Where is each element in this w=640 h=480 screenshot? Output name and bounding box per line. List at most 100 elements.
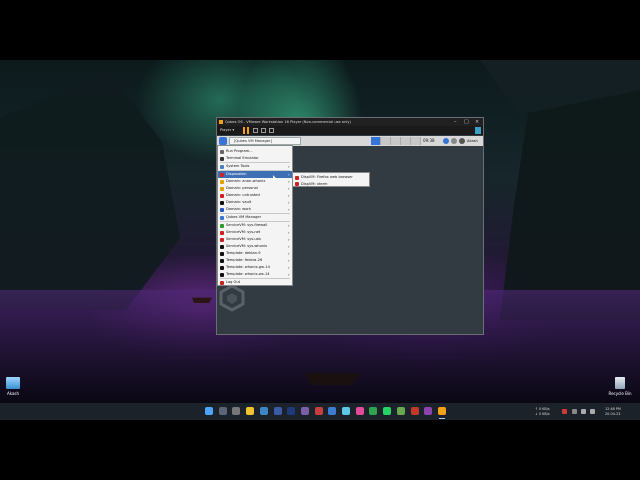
player-menu-button[interactable]: Player ▾ bbox=[220, 126, 234, 135]
menu-item-label: Log Out bbox=[226, 280, 241, 284]
menu-item[interactable]: Template: fedora-26 › bbox=[218, 257, 292, 264]
domain-icon bbox=[220, 207, 224, 212]
menu-item-label: Domain: untrusted bbox=[226, 193, 260, 197]
qubes-manager-icon bbox=[220, 215, 224, 220]
menu-item[interactable]: Disposable: › bbox=[218, 171, 292, 178]
taskbar-app-icon[interactable] bbox=[259, 407, 268, 415]
workspace-1[interactable] bbox=[371, 137, 381, 145]
taskbar-time[interactable]: 12:48 PM bbox=[605, 407, 621, 411]
network-download-speed: ↓ 0 KB/s bbox=[535, 412, 550, 416]
taskbar-app-icon[interactable] bbox=[300, 407, 309, 415]
xterm-icon bbox=[295, 182, 299, 186]
taskbar-app-icon[interactable] bbox=[342, 407, 350, 415]
system-tools-icon bbox=[220, 164, 224, 169]
taskbar-app-icon[interactable] bbox=[383, 407, 392, 415]
taskbar-app-icon[interactable] bbox=[205, 407, 213, 415]
chevron-right-icon: › bbox=[288, 265, 290, 270]
menu-item[interactable]: System Tools › bbox=[218, 163, 292, 170]
chevron-right-icon: › bbox=[288, 237, 290, 242]
desktop-icon-user[interactable]: Akash bbox=[0, 377, 33, 396]
removable-devices-icon[interactable] bbox=[261, 128, 266, 133]
menu-item[interactable]: Domain: work › bbox=[218, 206, 292, 213]
workspace-4[interactable] bbox=[401, 137, 411, 145]
taskbar-app-icon[interactable] bbox=[396, 407, 405, 415]
menu-item[interactable]: ServiceVM: sys-firewall › bbox=[218, 222, 292, 229]
menu-item[interactable]: Terminal Emulator bbox=[218, 155, 292, 162]
menu-item[interactable]: ServiceVM: sys-net › bbox=[218, 229, 292, 236]
taskbar-app-icon[interactable] bbox=[424, 407, 433, 415]
network-icon[interactable] bbox=[443, 138, 449, 144]
menu-item[interactable]: Template: debian-9 › bbox=[218, 250, 292, 257]
chevron-right-icon: › bbox=[288, 258, 290, 263]
menu-item[interactable]: ServiceVM: sys-whonix › bbox=[218, 243, 292, 250]
taskbar-app-icon[interactable] bbox=[314, 407, 323, 415]
volume-icon[interactable] bbox=[590, 409, 595, 414]
menu-item-label: Disposable: bbox=[226, 172, 247, 176]
active-app-indicator bbox=[438, 418, 445, 419]
logout-menu-item[interactable]: Log Out bbox=[218, 279, 292, 286]
taskbar-app-icon[interactable] bbox=[218, 407, 227, 415]
desktop-icon-label: Akash bbox=[6, 391, 20, 396]
minimize-icon[interactable]: – bbox=[454, 118, 457, 126]
taskbar-app-icon[interactable] bbox=[369, 407, 378, 415]
send-ctrl-alt-del-icon[interactable] bbox=[253, 128, 258, 133]
maximize-icon[interactable]: □ bbox=[464, 118, 469, 126]
panel-user[interactable]: Akash bbox=[467, 137, 478, 145]
recycle-bin-icon bbox=[615, 377, 625, 389]
panel-clock[interactable]: 09:38 bbox=[423, 137, 435, 145]
service-icon bbox=[220, 230, 224, 235]
tray-app-icon[interactable] bbox=[562, 409, 567, 414]
menu-item-label: ServiceVM: sys-whonix bbox=[226, 244, 268, 248]
menu-item[interactable]: Domain: personal › bbox=[218, 185, 292, 192]
chevron-right-icon: › bbox=[288, 207, 290, 212]
taskbar-app-icon[interactable] bbox=[437, 407, 446, 415]
taskbar-app-icon[interactable] bbox=[273, 407, 282, 415]
taskbar-app-icon[interactable] bbox=[232, 407, 241, 415]
disposable-submenu: DispVM: Firefox web browser DispVM: xterm bbox=[292, 172, 370, 187]
menu-item[interactable]: Qubes VM Manager bbox=[218, 214, 292, 221]
workspace-5[interactable] bbox=[411, 137, 421, 145]
workspace-3[interactable] bbox=[391, 137, 401, 145]
taskbar-app-icon[interactable] bbox=[355, 407, 364, 415]
menu-item[interactable]: Template: whonix-gw-14 › bbox=[218, 264, 292, 271]
desktop-icon-label: Recycle Bin bbox=[608, 391, 632, 396]
chevron-right-icon: › bbox=[288, 223, 290, 228]
wifi-icon[interactable] bbox=[581, 409, 586, 414]
domain-icon bbox=[220, 193, 224, 198]
menu-item-label: Qubes VM Manager bbox=[226, 215, 262, 219]
menu-item[interactable]: ServiceVM: sys-usb › bbox=[218, 236, 292, 243]
taskbar-app-icon[interactable] bbox=[410, 407, 419, 415]
domain-icon bbox=[220, 179, 224, 184]
taskbar-app-icon[interactable] bbox=[328, 407, 337, 415]
qubes-menu-icon[interactable] bbox=[219, 137, 227, 145]
close-icon[interactable]: × bbox=[475, 118, 479, 126]
desktop-icon-recycle-bin[interactable]: Recycle Bin bbox=[600, 377, 640, 396]
updates-icon[interactable] bbox=[459, 138, 465, 144]
domain-tray-icon[interactable] bbox=[451, 138, 457, 144]
taskbar-date[interactable]: 20-04-23 bbox=[605, 412, 620, 416]
submenu-item[interactable]: DispVM: xterm bbox=[293, 181, 369, 188]
chevron-right-icon: › bbox=[288, 200, 290, 205]
window-titlebar[interactable]: Qubes OS - VMware Workstation 16 Player … bbox=[217, 118, 483, 126]
pause-icon[interactable] bbox=[243, 127, 249, 134]
menu-item[interactable]: Template: whonix-ws-14 › bbox=[218, 271, 292, 278]
run-icon bbox=[220, 149, 224, 154]
menu-item[interactable]: Run Program... bbox=[218, 148, 292, 155]
chevron-right-icon: › bbox=[288, 251, 290, 256]
letterbox-top bbox=[0, 0, 640, 60]
taskbar-button-vm-manager[interactable]: [Qubes VM Manager] bbox=[229, 137, 301, 145]
taskbar-app-icon[interactable] bbox=[246, 407, 255, 415]
fullscreen-icon[interactable] bbox=[269, 128, 274, 133]
unity-icon[interactable] bbox=[475, 127, 481, 134]
chevron-up-icon[interactable] bbox=[572, 409, 577, 414]
taskbar-app-icon[interactable] bbox=[287, 407, 296, 415]
vmware-logo-icon bbox=[219, 120, 223, 124]
menu-item[interactable]: Domain: anon-whonix › bbox=[218, 178, 292, 185]
menu-item-label: ServiceVM: sys-net bbox=[226, 230, 261, 234]
menu-item[interactable]: Domain: vault › bbox=[218, 199, 292, 206]
submenu-item-label: DispVM: xterm bbox=[301, 181, 328, 186]
workspace-2[interactable] bbox=[381, 137, 391, 145]
menu-item[interactable]: Domain: untrusted › bbox=[218, 192, 292, 199]
chevron-right-icon: › bbox=[288, 179, 290, 184]
menu-item-label: Domain: vault bbox=[226, 200, 252, 204]
